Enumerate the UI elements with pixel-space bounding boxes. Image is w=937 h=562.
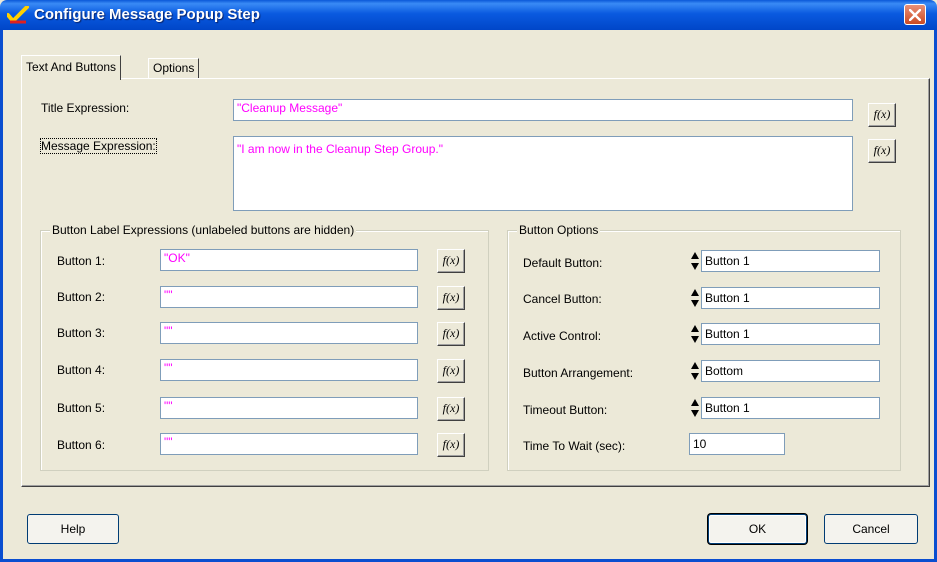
title-expression-fx-button[interactable]: f(x) [868, 103, 896, 127]
spin-arrows-icon[interactable] [690, 287, 700, 309]
window-frame-left [0, 30, 3, 562]
button-2-input[interactable]: "" [160, 286, 418, 308]
close-button[interactable] [904, 4, 926, 25]
button-5-fx-button[interactable]: f(x) [437, 397, 465, 421]
title-expression-input[interactable]: "Cleanup Message" [233, 99, 853, 121]
window-titlebar: Configure Message Popup Step [0, 0, 937, 30]
button-arrangement-label: Button Arrangement: [523, 366, 634, 380]
cancel-button-label: Cancel Button: [523, 292, 602, 306]
checkmark-app-icon [7, 6, 29, 24]
button-1-input[interactable]: "OK" [160, 249, 418, 271]
tab-text-and-buttons[interactable]: Text And Buttons [21, 55, 122, 80]
default-button-label: Default Button: [523, 256, 603, 270]
button-2-label: Button 2: [57, 290, 106, 304]
close-icon [909, 9, 921, 21]
tab-label: Options [153, 61, 195, 75]
timeout-button-label: Timeout Button: [523, 403, 608, 417]
time-to-wait-input[interactable]: 10 [689, 433, 785, 455]
active-control-select[interactable]: Button 1 [701, 323, 880, 345]
help-button[interactable]: Help [27, 514, 119, 544]
spin-arrows-icon[interactable] [690, 397, 700, 419]
button-arrangement-select[interactable]: Bottom [701, 360, 880, 382]
spin-arrows-icon[interactable] [690, 360, 700, 382]
cancel-button[interactable]: Cancel [824, 514, 918, 544]
button-3-fx-button[interactable]: f(x) [437, 322, 465, 346]
tab-options[interactable]: Options [148, 58, 200, 79]
time-to-wait-label: Time To Wait (sec): [523, 439, 626, 453]
button-4-fx-button[interactable]: f(x) [437, 359, 465, 383]
timeout-button-select[interactable]: Button 1 [701, 397, 880, 419]
active-control-label: Active Control: [523, 329, 602, 343]
button-3-input[interactable]: "" [160, 322, 418, 344]
button-2-fx-button[interactable]: f(x) [437, 286, 465, 310]
title-expression-label: Title Expression: [41, 101, 130, 115]
default-button-select[interactable]: Button 1 [701, 250, 880, 272]
button-4-label: Button 4: [57, 363, 106, 377]
cancel-button-select[interactable]: Button 1 [701, 287, 880, 309]
button-5-input[interactable]: "" [160, 397, 418, 419]
button-6-fx-button[interactable]: f(x) [437, 433, 465, 457]
message-expression-label: Message Expression: [40, 138, 157, 154]
spin-arrows-icon[interactable] [690, 323, 700, 345]
button-label-expressions-legend: Button Label Expressions (unlabeled butt… [50, 223, 357, 237]
ok-button[interactable]: OK [708, 514, 807, 544]
button-5-label: Button 5: [57, 401, 106, 415]
button-4-input[interactable]: "" [160, 359, 418, 381]
button-options-legend: Button Options [517, 223, 601, 237]
button-1-label: Button 1: [57, 254, 106, 268]
button-1-fx-button[interactable]: f(x) [437, 249, 465, 273]
tab-label: Text And Buttons [26, 60, 117, 74]
message-expression-fx-button[interactable]: f(x) [868, 139, 896, 163]
window-title: Configure Message Popup Step [34, 6, 260, 23]
message-expression-input[interactable]: "I am now in the Cleanup Step Group." [233, 136, 853, 211]
button-6-input[interactable]: "" [160, 433, 418, 455]
spin-arrows-icon[interactable] [690, 250, 700, 272]
button-6-label: Button 6: [57, 438, 106, 452]
button-3-label: Button 3: [57, 326, 106, 340]
